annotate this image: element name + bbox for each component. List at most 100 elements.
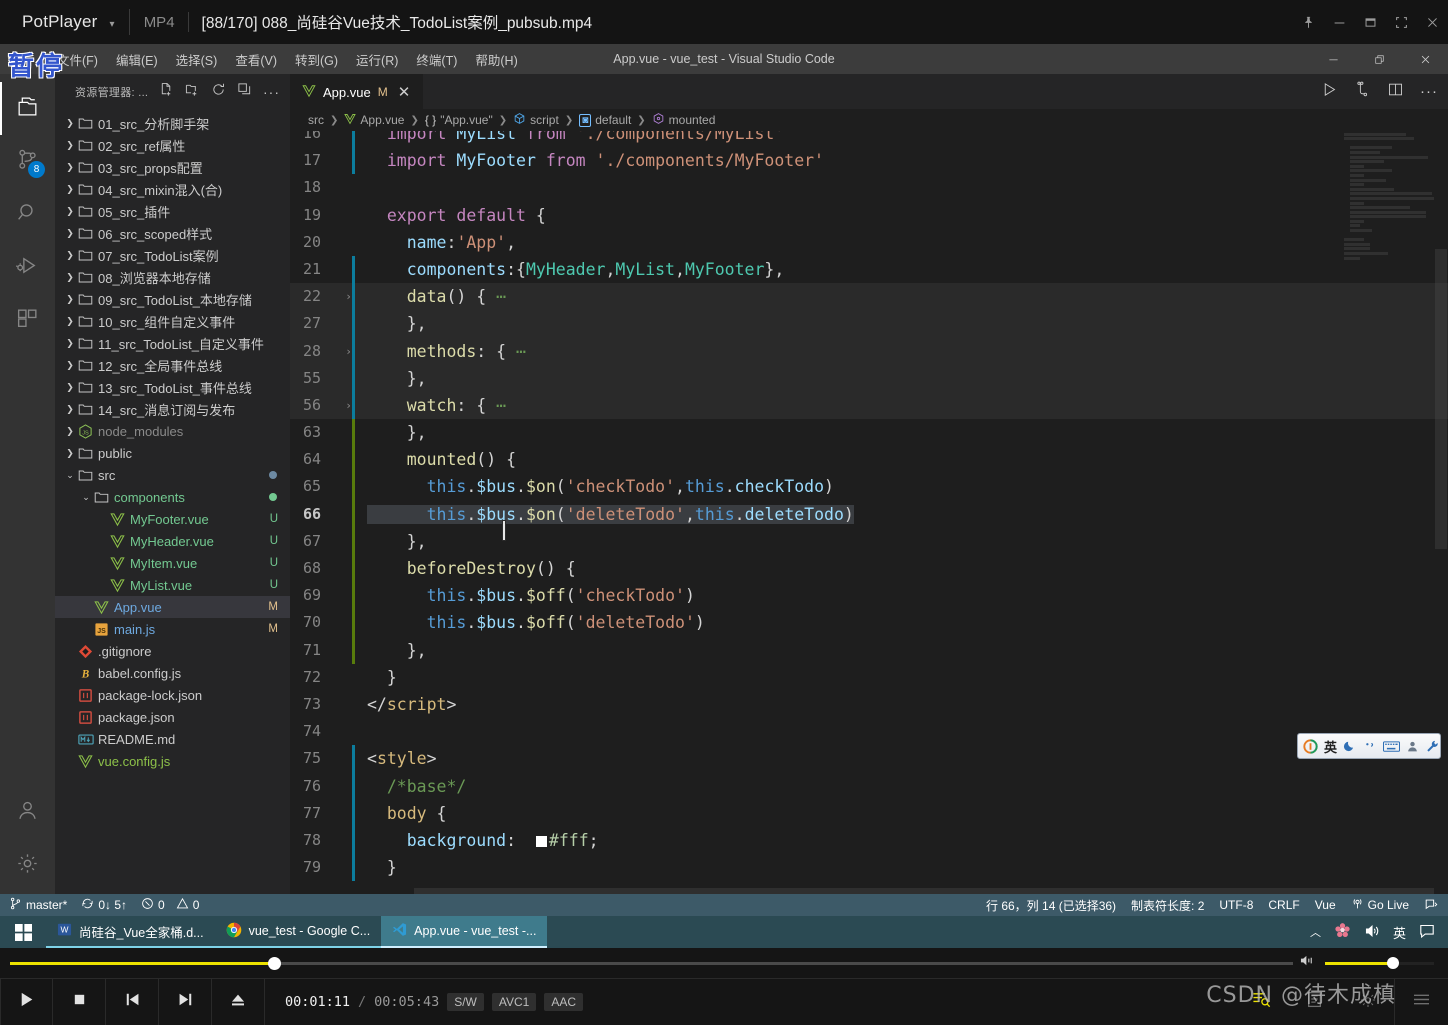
code-line[interactable]: 63 }, xyxy=(290,419,1448,447)
tree-item[interactable]: Bbabel.config.js xyxy=(55,662,290,684)
pin-icon[interactable] xyxy=(1293,0,1324,44)
code-line[interactable]: 73 </script> xyxy=(290,691,1448,718)
new-file-icon[interactable] xyxy=(159,82,174,102)
tree-item[interactable]: ❯ 10_src_组件自定义事件 xyxy=(55,310,290,332)
taskbar-item-chrome[interactable]: vue_test - Google C... xyxy=(214,916,382,948)
taskbar-item-vscode[interactable]: App.vue - vue_test -... xyxy=(381,916,548,948)
keyboard-icon[interactable] xyxy=(1383,740,1401,753)
status-go-live[interactable]: Go Live xyxy=(1351,897,1409,913)
code-line[interactable]: 68 beforeDestroy() { xyxy=(290,555,1448,583)
code-line[interactable]: 71 }, xyxy=(290,636,1448,664)
code-line[interactable]: 67 }, xyxy=(290,527,1448,555)
tree-item[interactable]: ❯ 05_src_插件 xyxy=(55,200,290,222)
chevron-right-icon[interactable]: ❯ xyxy=(63,118,77,129)
menu-item-edit[interactable]: 编辑(E) xyxy=(107,46,167,73)
status-problems[interactable]: 0 0 xyxy=(141,897,199,913)
tree-item[interactable]: ⌄ components xyxy=(55,486,290,508)
chevron-right-icon[interactable]: ❯ xyxy=(63,338,77,349)
split-editor-icon[interactable] xyxy=(1387,81,1404,103)
menu-item-go[interactable]: 转到(G) xyxy=(286,46,347,73)
code-line[interactable]: 76 /*base*/ xyxy=(290,772,1448,800)
code-line[interactable]: 70 this.$bus.$off('deleteTodo') xyxy=(290,609,1448,637)
code-line[interactable]: 66 this.$bus.$on('deleteTodo',this.delet… xyxy=(290,500,1448,528)
breadcrumb-item-script[interactable]: script xyxy=(513,112,559,128)
tree-item[interactable]: vue.config.js xyxy=(55,750,290,772)
menu-item-help[interactable]: 帮助(H) xyxy=(466,46,526,73)
tree-item[interactable]: ❯ 11_src_TodoList_自定义事件 xyxy=(55,332,290,354)
chevron-up-icon[interactable]: ︿ xyxy=(1310,924,1321,940)
chevron-down-icon[interactable]: ⌄ xyxy=(63,470,77,481)
tree-item[interactable]: MyList.vue U xyxy=(55,574,290,596)
code-line[interactable]: 55 }, xyxy=(290,364,1448,392)
playlist-search-button[interactable] xyxy=(1235,979,1288,1025)
status-indentation[interactable]: 制表符长度: 2 xyxy=(1131,897,1204,914)
minimize-icon[interactable] xyxy=(1324,0,1355,44)
menu-button[interactable] xyxy=(1395,979,1448,1025)
minimap[interactable] xyxy=(1344,131,1434,898)
run-icon[interactable] xyxy=(1321,81,1338,103)
tree-item[interactable]: ❯ 12_src_全局事件总线 xyxy=(55,354,290,376)
code-line[interactable]: 74 xyxy=(290,718,1448,745)
punctuation-icon[interactable] xyxy=(1363,739,1377,753)
tree-item[interactable]: ❯ 06_src_scoped样式 xyxy=(55,222,290,244)
menu-item-selection[interactable]: 选择(S) xyxy=(167,46,227,73)
tree-item[interactable]: ❯ public xyxy=(55,442,290,464)
toolbox-icon[interactable] xyxy=(1425,739,1439,753)
more-actions-icon[interactable]: ··· xyxy=(1420,83,1438,100)
status-cursor-position[interactable]: 行 66，列 14 (已选择36) xyxy=(986,897,1116,914)
activitybar-accounts[interactable] xyxy=(0,786,55,839)
tree-item[interactable]: ❯ 13_src_TodoList_事件总线 xyxy=(55,376,290,398)
code-line[interactable]: 56 › watch: { ⋯ xyxy=(290,391,1448,420)
sogou-logo-icon[interactable] xyxy=(1303,738,1318,754)
code-line[interactable]: 78 background: #fff; xyxy=(290,826,1448,855)
chevron-right-icon[interactable]: ❯ xyxy=(63,272,77,283)
tree-item[interactable]: ⌄ src xyxy=(55,464,290,486)
code-line[interactable]: 27 }, xyxy=(290,310,1448,338)
chevron-right-icon[interactable]: ❯ xyxy=(63,316,77,327)
ime-mode-label[interactable]: 英 xyxy=(1324,737,1337,756)
split-preview-icon[interactable] xyxy=(1354,81,1371,103)
code-line[interactable]: 65 this.$bus.$on('checkTodo',this.checkT… xyxy=(290,473,1448,501)
more-actions-icon[interactable]: ··· xyxy=(263,84,280,100)
volume-handle[interactable] xyxy=(1386,957,1399,969)
chevron-right-icon[interactable]: ❯ xyxy=(63,404,77,415)
fullscreen-icon[interactable] xyxy=(1386,0,1417,44)
menu-item-run[interactable]: 运行(R) xyxy=(347,46,407,73)
chevron-right-icon[interactable]: ❯ xyxy=(63,382,77,393)
code-line[interactable]: 20 name:'App', xyxy=(290,229,1448,256)
breadcrumb-item-module[interactable]: { } "App.vue" xyxy=(425,113,493,127)
code-line[interactable]: 72 } xyxy=(290,664,1448,691)
editor-vertical-scrollbar[interactable] xyxy=(1434,131,1448,898)
tree-item[interactable]: ❯ 07_src_TodoList案例 xyxy=(55,244,290,266)
activitybar-extensions[interactable] xyxy=(0,294,55,347)
seek-bar[interactable] xyxy=(10,954,1293,972)
previous-button[interactable] xyxy=(106,978,159,1025)
play-button[interactable] xyxy=(0,978,53,1025)
tree-item[interactable]: ❯ 01_src_分析脚手架 xyxy=(55,112,290,134)
status-branch[interactable]: master* xyxy=(9,897,67,913)
refresh-icon[interactable] xyxy=(211,82,226,102)
tree-item[interactable]: ❯ 14_src_消息订阅与发布 xyxy=(55,398,290,420)
chevron-right-icon[interactable]: ❯ xyxy=(63,294,77,305)
chevron-right-icon[interactable]: ❯ xyxy=(63,448,77,459)
chevron-right-icon[interactable]: ❯ xyxy=(63,360,77,371)
status-eol[interactable]: CRLF xyxy=(1268,898,1299,912)
chevron-right-icon[interactable]: ❯ xyxy=(63,162,77,173)
code-line[interactable]: 18 xyxy=(290,174,1448,201)
code-line[interactable]: 79 } xyxy=(290,854,1448,882)
taskbar-item-word[interactable]: W 尚硅谷_Vue全家桶.d... xyxy=(46,916,215,948)
tree-item[interactable]: App.vue M xyxy=(55,596,290,618)
code-line[interactable]: 21 components:{MyHeader,MyList,MyFooter}… xyxy=(290,255,1448,284)
activitybar-run-debug[interactable] xyxy=(0,241,55,294)
restore-icon[interactable] xyxy=(1356,44,1402,74)
tree-item[interactable]: MyHeader.vue U xyxy=(55,530,290,552)
tree-item[interactable]: ❯ 02_src_ref属性 xyxy=(55,134,290,156)
chevron-right-icon[interactable]: ❯ xyxy=(63,250,77,261)
moon-icon[interactable] xyxy=(1343,739,1357,753)
code-line[interactable]: 28 › methods: { ⋯ xyxy=(290,337,1448,365)
menu-item-terminal[interactable]: 终端(T) xyxy=(407,46,466,73)
chevron-right-icon[interactable]: ❯ xyxy=(63,206,77,217)
breadcrumb-item-src[interactable]: src xyxy=(308,113,324,127)
volume-icon[interactable] xyxy=(1299,953,1316,973)
ime-floating-toolbar[interactable]: 英 xyxy=(1297,733,1441,759)
